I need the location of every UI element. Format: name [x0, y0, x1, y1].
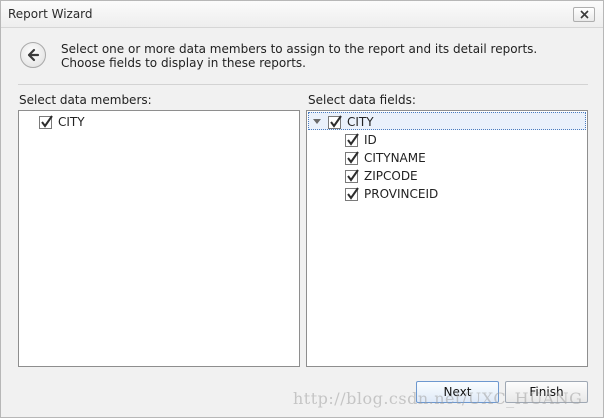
back-arrow-icon — [27, 48, 40, 62]
field-item-id[interactable]: ID — [345, 131, 377, 149]
watermark-text: http://blog.csdn.net/UXC_HUANG — [293, 389, 583, 408]
field-item-cityname[interactable]: CITYNAME — [345, 149, 426, 167]
checkmark-icon — [347, 168, 359, 182]
report-wizard-window: Report Wizard Select one or more data me… — [0, 0, 604, 418]
checkmark-icon — [347, 186, 359, 200]
data-fields-label: Select data fields: — [308, 93, 416, 107]
field-root-city-checkbox[interactable] — [328, 114, 342, 129]
back-button[interactable] — [20, 42, 46, 68]
close-button[interactable] — [573, 7, 595, 22]
window-title: Report Wizard — [8, 7, 93, 21]
data-members-list[interactable]: CITY — [18, 110, 300, 367]
checkmark-icon — [347, 150, 359, 164]
field-id-label: ID — [364, 133, 377, 147]
header-panel: Select one or more data members to assig… — [10, 33, 594, 77]
checkmark-icon — [330, 114, 342, 128]
header-separator — [18, 84, 588, 85]
checkmark-icon — [347, 132, 359, 146]
field-zipcode-checkbox[interactable] — [345, 168, 359, 183]
wizard-description: Select one or more data members to assig… — [61, 42, 537, 70]
member-item-city[interactable]: CITY — [39, 113, 85, 131]
expander-triangle-icon[interactable] — [312, 113, 322, 131]
field-root-city[interactable]: CITY — [312, 113, 374, 131]
field-root-city-label: CITY — [347, 115, 374, 129]
field-id-checkbox[interactable] — [345, 132, 359, 147]
field-provinceid-label: PROVINCEID — [364, 187, 439, 201]
field-item-provinceid[interactable]: PROVINCEID — [345, 185, 438, 203]
field-cityname-checkbox[interactable] — [345, 150, 359, 165]
data-members-label: Select data members: — [19, 93, 152, 107]
field-cityname-label: CITYNAME — [364, 151, 426, 165]
field-zipcode-label: ZIPCODE — [364, 169, 418, 183]
member-city-checkbox[interactable] — [39, 114, 53, 129]
data-fields-tree[interactable]: CITY ID CITYNAME ZIPCODE PROVINCEID — [306, 110, 588, 367]
member-city-label: CITY — [58, 115, 85, 129]
checkmark-icon — [41, 114, 53, 128]
field-item-zipcode[interactable]: ZIPCODE — [345, 167, 418, 185]
field-provinceid-checkbox[interactable] — [345, 186, 359, 201]
description-line-1: Select one or more data members to assig… — [61, 42, 538, 56]
close-icon — [579, 10, 589, 19]
title-bar: Report Wizard — [1, 1, 603, 28]
description-line-2: Choose fields to display in these report… — [61, 56, 306, 70]
